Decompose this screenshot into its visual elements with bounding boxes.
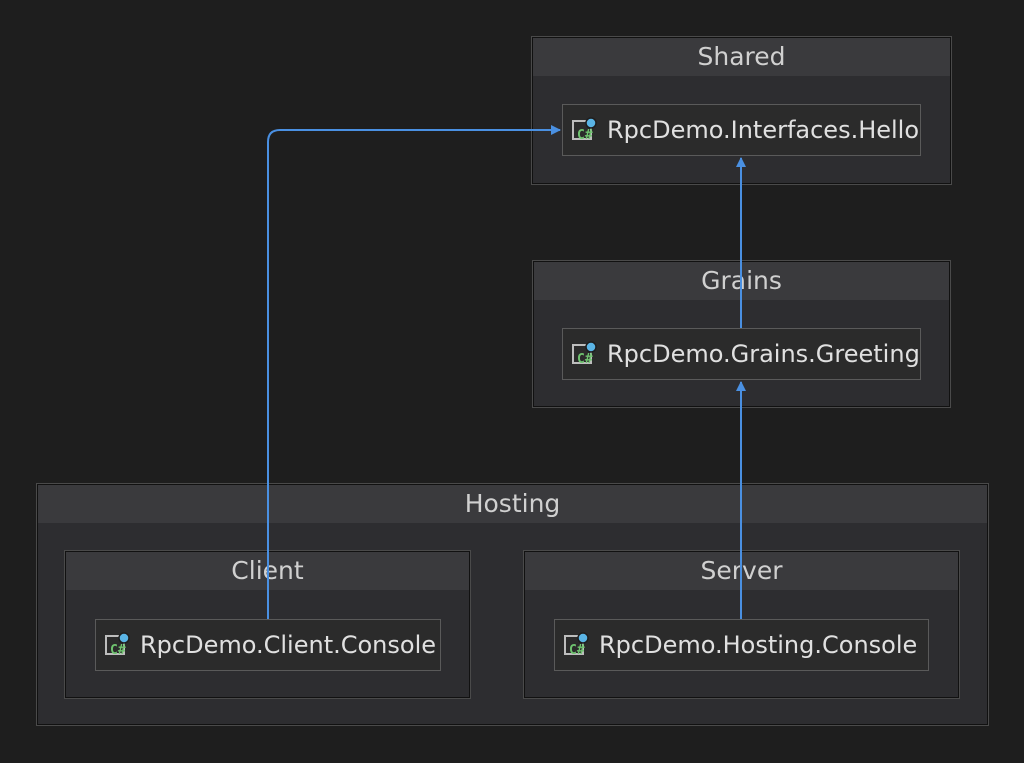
dependency-edges (267, 125, 746, 619)
edge-client-to-interfaces[interactable] (267, 125, 561, 619)
